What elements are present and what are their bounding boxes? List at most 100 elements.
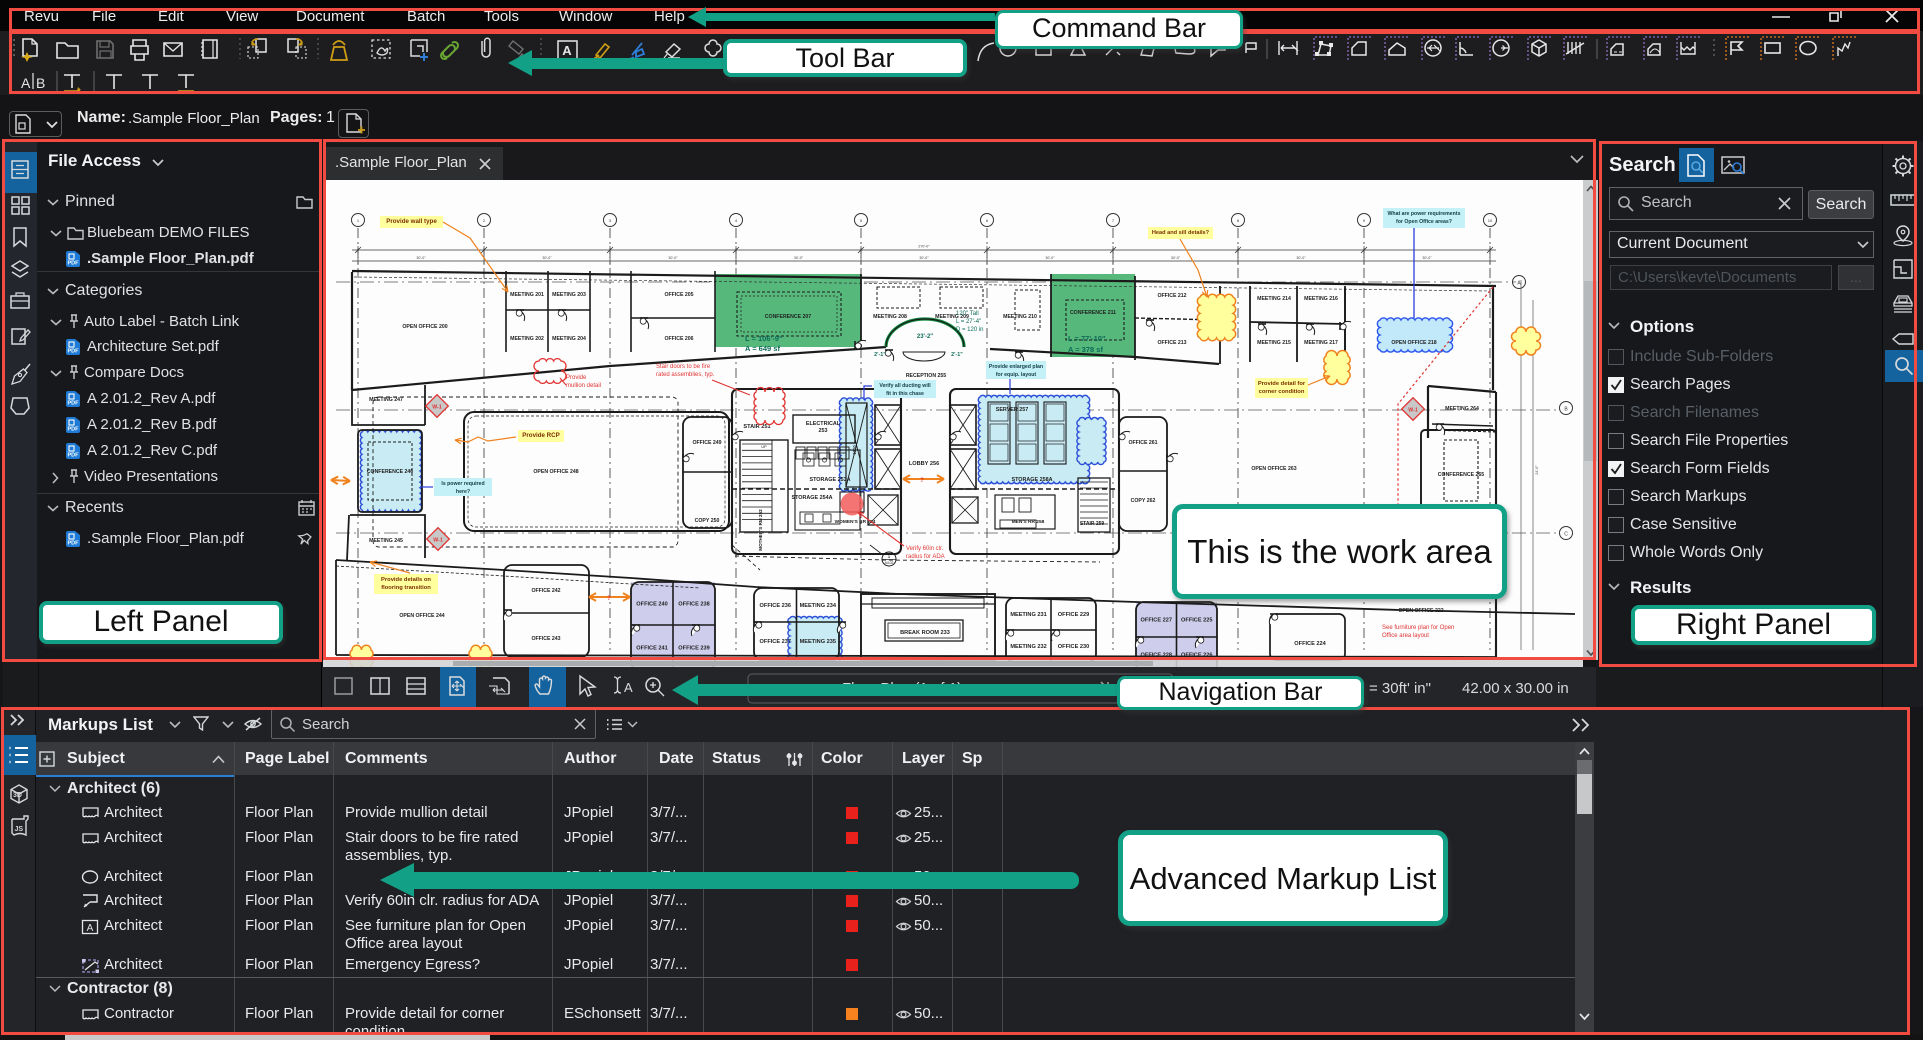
svg-text:L = 106'-9": L = 106'-9" <box>745 334 783 343</box>
svg-text:Head and sill details?: Head and sill details? <box>1152 230 1210 236</box>
svg-text:MEETING 203: MEETING 203 <box>552 292 586 298</box>
svg-text:MEETING 216: MEETING 216 <box>1304 296 1338 302</box>
svg-text:9: 9 <box>1363 218 1366 223</box>
svg-text:MEETING 204: MEETING 204 <box>552 336 586 342</box>
svg-text:Provide detail for: Provide detail for <box>1258 381 1306 387</box>
svg-text:5: 5 <box>860 218 863 223</box>
svg-text:MEETING 245: MEETING 245 <box>369 538 403 544</box>
svg-text:C: C <box>1564 532 1568 538</box>
svg-text:OFFICE 236: OFFICE 236 <box>760 603 791 609</box>
svg-text:MEETING 234: MEETING 234 <box>800 603 837 609</box>
svg-text:A: A <box>624 680 633 695</box>
svg-text:CONFERENCE 211: CONFERENCE 211 <box>1070 310 1116 316</box>
svg-text:here?: here? <box>456 489 470 495</box>
svg-text:OFFICE 206: OFFICE 206 <box>664 336 693 342</box>
svg-text:OFFICE 224: OFFICE 224 <box>1294 641 1326 647</box>
svg-text:mullion detail: mullion detail <box>566 383 601 389</box>
svg-text:PDF: PDF <box>68 349 80 355</box>
svg-text:OFFICE 230: OFFICE 230 <box>1058 644 1089 650</box>
svg-text:1010: 1010 <box>852 445 857 455</box>
svg-text:W-1: W-1 <box>433 538 443 544</box>
svg-text:OFFICE 237: OFFICE 237 <box>760 639 791 645</box>
svg-text:30'-0": 30'-0" <box>668 256 678 260</box>
svg-text:2: 2 <box>483 218 486 223</box>
svg-text:MEETING 210: MEETING 210 <box>1003 314 1037 320</box>
svg-text:A: A <box>87 923 94 934</box>
svg-text:3D: 3D <box>13 792 22 799</box>
svg-text:for equip. layout: for equip. layout <box>996 372 1037 378</box>
svg-text:OFFICE 241: OFFICE 241 <box>636 646 667 652</box>
svg-text:OFFICE 249: OFFICE 249 <box>692 440 721 446</box>
svg-text:23'-2": 23'-2" <box>917 334 933 340</box>
svg-text:Is power required: Is power required <box>441 481 484 487</box>
svg-text:PDF: PDF <box>68 453 80 459</box>
svg-text:OPEN OFFICE 263: OPEN OFFICE 263 <box>1251 466 1296 472</box>
svg-text:W-1: W-1 <box>1408 408 1418 414</box>
svg-text:STAIR 259: STAIR 259 <box>1080 521 1105 527</box>
svg-text:Provide enlarged plan: Provide enlarged plan <box>989 364 1043 370</box>
svg-text:MEETING 202: MEETING 202 <box>510 336 544 342</box>
svg-text:MEETING 235: MEETING 235 <box>800 639 836 645</box>
svg-text:Office area layout: Office area layout <box>1382 633 1429 639</box>
svg-text:STAIR 251: STAIR 251 <box>743 424 770 430</box>
svg-text:Provide details on: Provide details on <box>381 577 431 583</box>
svg-text:?: ? <box>607 596 611 602</box>
svg-text:A: A <box>562 43 572 58</box>
svg-text:B: B <box>36 75 45 91</box>
svg-text:253: 253 <box>819 428 828 434</box>
svg-text:corner condition: corner condition <box>1259 389 1305 395</box>
svg-text:7: 7 <box>1112 218 1115 223</box>
svg-text:OFFICE 225: OFFICE 225 <box>1181 618 1212 624</box>
svg-text:CONFERENCE 207: CONFERENCE 207 <box>765 314 812 320</box>
svg-text:OPEN OFFICE 248: OPEN OFFICE 248 <box>533 469 578 475</box>
svg-text:OFFICE 238: OFFICE 238 <box>678 602 709 608</box>
svg-text:OFFICE 239: OFFICE 239 <box>678 646 709 652</box>
svg-text:MEETING 215: MEETING 215 <box>1257 340 1291 346</box>
svg-text:30'-0": 30'-0" <box>919 256 929 260</box>
svg-text:PDF: PDF <box>68 427 80 433</box>
svg-text:6: 6 <box>986 218 989 223</box>
svg-text:MEETING 201: MEETING 201 <box>510 292 544 298</box>
svg-text:JS: JS <box>15 826 24 833</box>
svg-text:STORAGE 254A: STORAGE 254A <box>792 495 833 501</box>
svg-text:RECEPTION 255: RECEPTION 255 <box>906 373 946 379</box>
svg-text:CONFERENCE 246: CONFERENCE 246 <box>367 469 414 475</box>
svg-text:MEETING 247: MEETING 247 <box>369 397 403 403</box>
svg-text:= 30ft' in": = 30ft' in" <box>1369 680 1431 697</box>
svg-text:L = 27'-4": L = 27'-4" <box>956 319 981 325</box>
svg-text:SERVER 257: SERVER 257 <box>996 407 1029 413</box>
svg-text:Verify all ducting will: Verify all ducting will <box>879 383 931 389</box>
svg-text:30'-0": 30'-0" <box>542 256 552 260</box>
svg-text:2'-1": 2'-1" <box>951 352 963 358</box>
svg-text:MEETING 231: MEETING 231 <box>1010 612 1046 618</box>
svg-text:OPEN OFFICE 218: OPEN OFFICE 218 <box>1391 340 1436 346</box>
svg-text:OFFICE 240: OFFICE 240 <box>636 602 667 608</box>
svg-text:B: B <box>1564 407 1568 413</box>
svg-text:MEETING 208: MEETING 208 <box>873 314 907 320</box>
svg-text:MOTHER'S RM 252: MOTHER'S RM 252 <box>758 509 763 551</box>
svg-text:flooring transition: flooring transition <box>381 585 431 591</box>
svg-text:Provide wall type: Provide wall type <box>386 218 437 225</box>
svg-text:10: 10 <box>1488 218 1493 223</box>
svg-text:30'-0": 30'-0" <box>1045 256 1055 260</box>
svg-text:MEN'S RR 258: MEN'S RR 258 <box>1012 519 1045 525</box>
svg-text:30'-0": 30'-0" <box>1422 256 1432 260</box>
svg-text:STORAGE 258A: STORAGE 258A <box>1012 477 1053 483</box>
svg-text:fit in this chase: fit in this chase <box>886 391 924 397</box>
svg-text:A = 649 sf: A = 649 sf <box>745 344 780 353</box>
svg-text:PDF: PDF <box>68 401 80 407</box>
svg-text:OFFICE 212: OFFICE 212 <box>1157 293 1186 299</box>
svg-text:A = 378 sf: A = 378 sf <box>1068 345 1103 354</box>
svg-text:OFFICE 205: OFFICE 205 <box>664 292 693 298</box>
svg-text:42.00 x 30.00 in: 42.00 x 30.00 in <box>1462 680 1569 697</box>
svg-text:COPY 262: COPY 262 <box>1131 498 1156 504</box>
svg-text:for Open Office areas?: for Open Office areas? <box>1396 219 1452 225</box>
svg-text:30'-0": 30'-0" <box>1296 256 1306 260</box>
svg-text:STORAGE 253A: STORAGE 253A <box>810 477 851 483</box>
svg-text:OFFICE 261: OFFICE 261 <box>1128 440 1157 446</box>
svg-text:LOBBY 256: LOBBY 256 <box>909 461 939 467</box>
svg-text:270'-0": 270'-0" <box>918 245 930 249</box>
svg-text:30'-0": 30'-0" <box>794 256 804 260</box>
svg-text:Stair doors to be fire: Stair doors to be fire <box>656 364 711 370</box>
svg-text:30'-0": 30'-0" <box>1171 256 1181 260</box>
